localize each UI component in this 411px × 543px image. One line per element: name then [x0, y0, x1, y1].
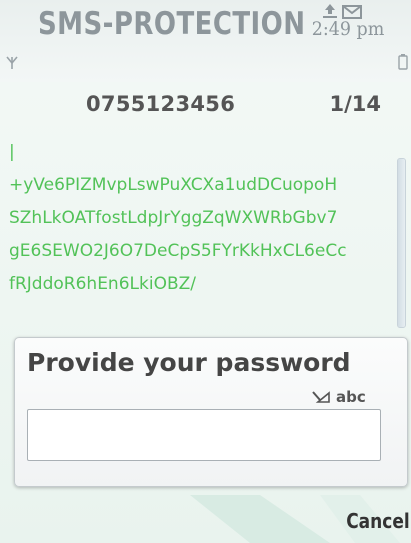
sender-number: 0755123456: [86, 92, 236, 116]
scroll-thumb[interactable]: [398, 159, 405, 327]
input-mode-label: abc: [336, 388, 366, 406]
dialog-title: Provide your password: [27, 348, 351, 377]
status-bar: SMS-PROTECTION 2:49 pm: [0, 0, 411, 82]
signal-icon: [6, 56, 18, 69]
password-input[interactable]: [27, 409, 381, 461]
app-title: SMS-PROTECTION: [38, 6, 306, 42]
scrollbar[interactable]: [397, 158, 406, 328]
message-text: | +yVe6PIZMvpLswPuXCXa1udDCuopoH SZhLkOA…: [9, 142, 347, 294]
input-mode-indicator: abc: [312, 387, 366, 407]
message-counter: 1/14: [329, 92, 381, 116]
battery-icon: [398, 54, 408, 70]
mail-icon: [342, 5, 362, 19]
cancel-button[interactable]: Cancel: [347, 509, 410, 533]
clock: 2:49 pm: [311, 18, 385, 40]
message-header: 0755123456 1/14: [0, 92, 411, 122]
pen-icon: [312, 391, 330, 403]
softkey-bar: Cancel: [0, 495, 411, 543]
message-body[interactable]: | +yVe6PIZMvpLswPuXCXa1udDCuopoH SZhLkOA…: [0, 134, 411, 334]
password-dialog: Provide your password abc: [14, 337, 408, 487]
